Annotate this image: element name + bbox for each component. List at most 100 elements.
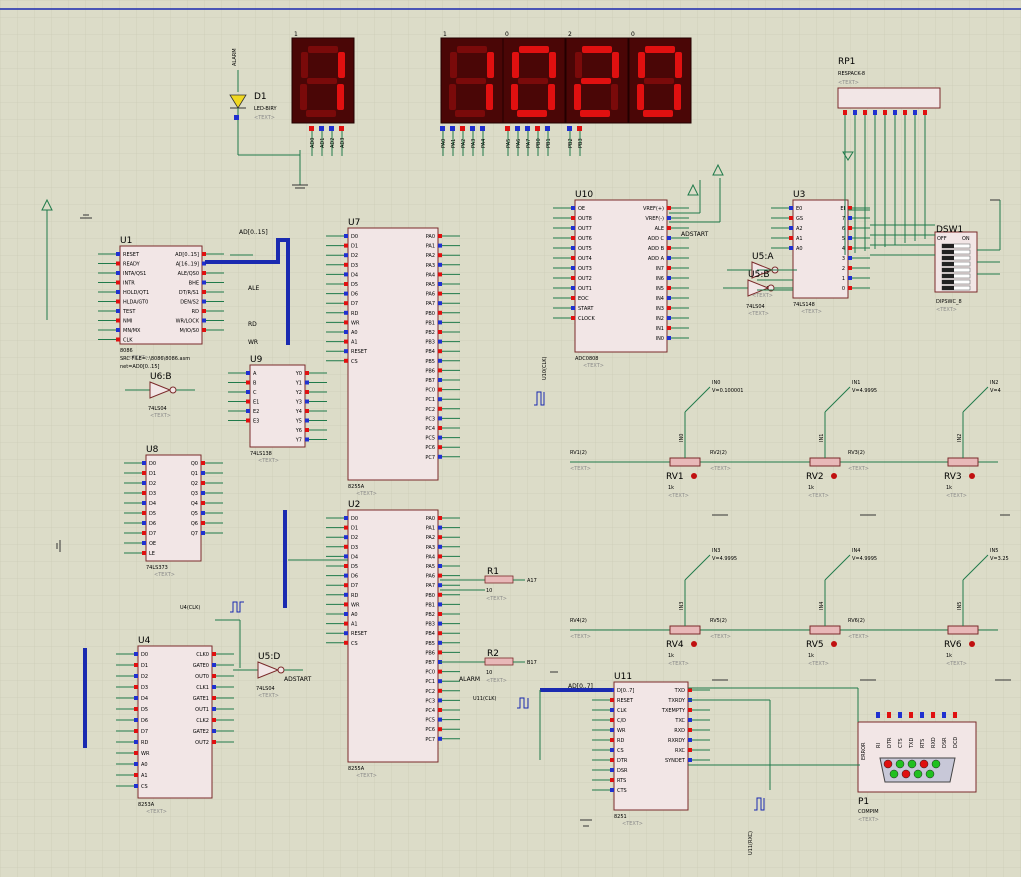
chip-type: 8251 bbox=[614, 814, 627, 820]
pin-label: 1 bbox=[842, 276, 845, 282]
pin-label: OUT0 bbox=[195, 674, 209, 680]
bus-label-ad07: AD[0..7] bbox=[568, 683, 593, 690]
pin-label: PC3 bbox=[425, 416, 435, 422]
pin-label: CLK2 bbox=[196, 718, 209, 724]
chip-ref: U4 bbox=[138, 636, 151, 646]
pin-label: PA2 bbox=[426, 253, 435, 259]
pin-label: M/IO/S0 bbox=[180, 328, 199, 334]
pin-label: RD bbox=[141, 740, 148, 746]
digit-value: 0 bbox=[505, 31, 509, 38]
pin-label: Y5 bbox=[295, 419, 302, 425]
pin-label: D6 bbox=[149, 521, 156, 527]
pin-label: IN6 bbox=[656, 276, 664, 282]
chip-extra: net=AD0[0..15] bbox=[120, 364, 160, 370]
pin-label: E3 bbox=[253, 419, 259, 425]
pin-label: WR bbox=[351, 602, 360, 608]
pin-label: PB7 bbox=[425, 660, 435, 666]
pin-label: A1 bbox=[141, 773, 148, 779]
pin-label: INTA/QS1 bbox=[123, 271, 146, 277]
chip-type: 74LS138 bbox=[250, 451, 272, 457]
pot-label-text: <TEXT> bbox=[848, 634, 869, 640]
pot-net-top: IN2 bbox=[990, 380, 998, 386]
rp1-ref: RP1 bbox=[838, 57, 855, 67]
pin-label: PA4 bbox=[426, 554, 435, 560]
pin-label: WR bbox=[351, 320, 360, 326]
pin-label: PA4 bbox=[426, 272, 435, 278]
display-pin-label: PA7 bbox=[526, 139, 532, 148]
chip-ref: U2 bbox=[348, 500, 360, 510]
pin-label: CLOCK bbox=[578, 316, 596, 322]
pin-label: NMI bbox=[123, 319, 133, 325]
pin-label: D7 bbox=[351, 301, 358, 307]
pot-val: 1k bbox=[946, 653, 952, 659]
r2-text: <TEXT> bbox=[486, 678, 507, 684]
pin-label: CS bbox=[351, 359, 358, 365]
pin-label: PC0 bbox=[425, 670, 435, 676]
pin-label: RTS bbox=[617, 778, 626, 784]
pot-ref: RV6 bbox=[944, 640, 962, 650]
pin-label: SYNDET bbox=[665, 758, 686, 764]
pin-label: PB7 bbox=[425, 378, 435, 384]
pin-label: PA0 bbox=[426, 234, 435, 240]
pin-label: D3 bbox=[351, 263, 358, 269]
com-ref: P1 bbox=[858, 797, 869, 807]
pin-label: OUT1 bbox=[195, 707, 209, 713]
digit-3: 0 bbox=[502, 31, 566, 124]
pin-label: D2 bbox=[351, 253, 358, 259]
pin-label: EOC bbox=[578, 296, 589, 302]
pin-label: DSR bbox=[617, 768, 628, 774]
led-text: <TEXT> bbox=[254, 115, 275, 121]
gate-text: <TEXT> bbox=[258, 693, 279, 699]
pin-label: D4 bbox=[351, 554, 358, 560]
pin-label: PC4 bbox=[425, 426, 435, 432]
pin-label: CS bbox=[617, 748, 624, 754]
chip-text: <TEXT> bbox=[146, 809, 167, 815]
r1-val: 10 bbox=[486, 588, 492, 594]
pin-label: Q0 bbox=[191, 461, 198, 467]
pin-label: Y3 bbox=[295, 400, 302, 406]
com-pin-label: CTS bbox=[898, 738, 904, 748]
pot-text: <TEXT> bbox=[808, 493, 829, 499]
display-pin-label: PB0 bbox=[536, 138, 542, 148]
chip-ref: U3 bbox=[793, 190, 805, 200]
pin-label: A1 bbox=[796, 236, 803, 242]
pin-label: CTS bbox=[617, 788, 627, 794]
r2-ref: R2 bbox=[487, 649, 499, 659]
pot-net: IN0 bbox=[679, 434, 685, 442]
net-u4clk: U4(CLK) bbox=[180, 605, 200, 611]
gate-text: <TEXT> bbox=[748, 311, 769, 317]
chip-ref: U1 bbox=[120, 236, 132, 246]
pot-voltage: V=4.9995 bbox=[852, 388, 877, 394]
pot-val: 1k bbox=[808, 653, 814, 659]
pot-voltage: V=4 bbox=[990, 388, 1001, 394]
pot-label-text: <TEXT> bbox=[710, 634, 731, 640]
display-pin-label: PA2 bbox=[461, 139, 467, 148]
net-adstart: ADSTART bbox=[284, 676, 312, 683]
pin-label: PA7 bbox=[426, 301, 435, 307]
r1-ref: R1 bbox=[487, 567, 499, 577]
pin-label: EI bbox=[840, 206, 845, 212]
chip-ref: U8 bbox=[146, 445, 159, 455]
pin-label: D0 bbox=[149, 461, 156, 467]
display-pin-label: AD2 bbox=[330, 138, 336, 148]
pin-label: D5 bbox=[351, 282, 358, 288]
pin-label: A bbox=[253, 371, 257, 377]
pot-text: <TEXT> bbox=[808, 661, 829, 667]
digit-1: 1 bbox=[291, 31, 355, 124]
chip-type: 74LS148 bbox=[793, 302, 815, 308]
pin-label: PC1 bbox=[425, 679, 435, 685]
pot-net: IN4 bbox=[819, 602, 825, 610]
pin-label: OUT6 bbox=[578, 236, 592, 242]
chip-type: 8253A bbox=[138, 802, 155, 808]
pin-label: E1 bbox=[253, 400, 259, 406]
pin-label: CS bbox=[141, 784, 148, 790]
chip-text: <TEXT> bbox=[154, 572, 175, 578]
pin-label: PB6 bbox=[425, 368, 435, 374]
pin-label: 3 bbox=[842, 256, 845, 262]
pin-label: IN0 bbox=[656, 336, 664, 342]
pin-label: RD bbox=[351, 593, 358, 599]
pin-label: D[0..7] bbox=[617, 688, 634, 694]
pin-label: PC3 bbox=[425, 698, 435, 704]
pin-label: ALE bbox=[655, 226, 664, 232]
pin-label: Y7 bbox=[295, 438, 302, 444]
